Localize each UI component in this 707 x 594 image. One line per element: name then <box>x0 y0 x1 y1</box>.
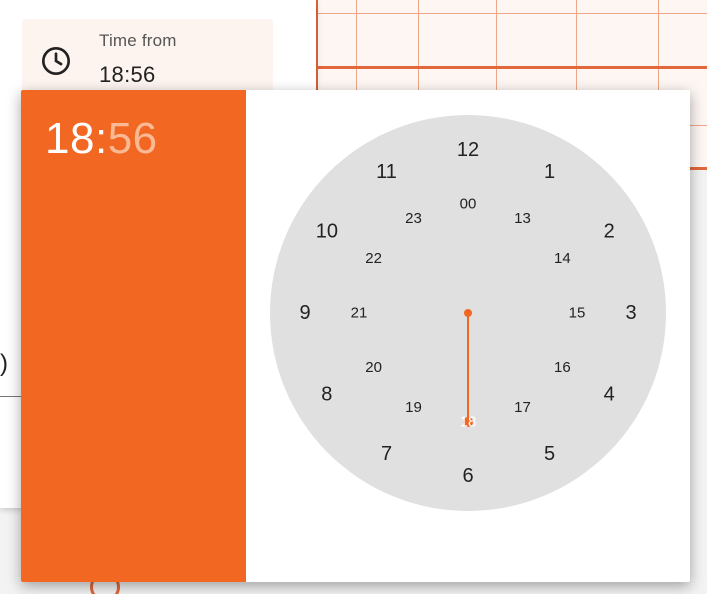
clock-hour-5[interactable]: 5 <box>544 443 555 465</box>
clock-hour-7[interactable]: 7 <box>381 443 392 465</box>
clock-hour-17[interactable]: 17 <box>514 399 531 416</box>
clock-hour-22[interactable]: 22 <box>365 250 382 267</box>
clock-hour-13[interactable]: 13 <box>514 210 531 227</box>
clock-hour-19[interactable]: 19 <box>405 399 422 416</box>
clock-hour-21[interactable]: 21 <box>351 305 368 322</box>
time-picker-header: 18:56 <box>21 90 246 582</box>
clock-hour-1[interactable]: 1 <box>544 161 555 183</box>
clock-icon <box>42 47 70 75</box>
clock-center-dot <box>464 309 472 317</box>
clock-hour-23[interactable]: 23 <box>405 210 422 227</box>
minutes-display[interactable]: 56 <box>108 114 158 163</box>
clock-dial: 121234567891011001314151617181920212223 <box>299 139 636 487</box>
clock-hour-3[interactable]: 3 <box>625 302 636 324</box>
clock-hour-15[interactable]: 15 <box>569 305 586 322</box>
clock-hour-8[interactable]: 8 <box>321 384 332 406</box>
clock-hour-18[interactable]: 18 <box>460 414 477 431</box>
time-from-value: 18:56 <box>99 62 156 87</box>
clock-hour-12[interactable]: 12 <box>457 139 479 161</box>
clock-hour-6[interactable]: 6 <box>462 465 473 487</box>
time-from-label: Time from <box>99 31 177 50</box>
clock-hour-11[interactable]: 11 <box>376 161 397 183</box>
hours-display[interactable]: 18 <box>45 114 95 163</box>
screen: { "form": { "time_label": "Time from", "… <box>0 0 707 594</box>
time-separator: : <box>94 114 108 163</box>
field-underline <box>0 396 22 397</box>
clock-hour-20[interactable]: 20 <box>365 359 382 376</box>
clock-hour-4[interactable]: 4 <box>604 384 615 406</box>
partial-field-text: ) <box>0 350 8 377</box>
clock-hour-16[interactable]: 16 <box>554 359 571 376</box>
clock-hour-2[interactable]: 2 <box>604 221 615 243</box>
selected-time-display: 18:56 <box>45 114 158 164</box>
time-picker-dialog: 18:56 12 1 2 3 4 5 6 7 8 9 10 11 00 13 14 15 16 17 18 19 20 2… <box>21 90 690 582</box>
clock-hour-00[interactable]: 00 <box>460 196 477 213</box>
time-from-field[interactable]: Time from 18:56 <box>22 19 273 99</box>
clock-hour-14[interactable]: 14 <box>554 250 571 267</box>
clock-hour-10[interactable]: 10 <box>316 221 338 243</box>
clock-face[interactable]: 12 1 2 3 4 5 6 7 8 9 10 11 00 13 14 15 16 17 18 19 20 21 22 23 <box>270 115 666 511</box>
clock-hour-9[interactable]: 9 <box>299 302 310 324</box>
